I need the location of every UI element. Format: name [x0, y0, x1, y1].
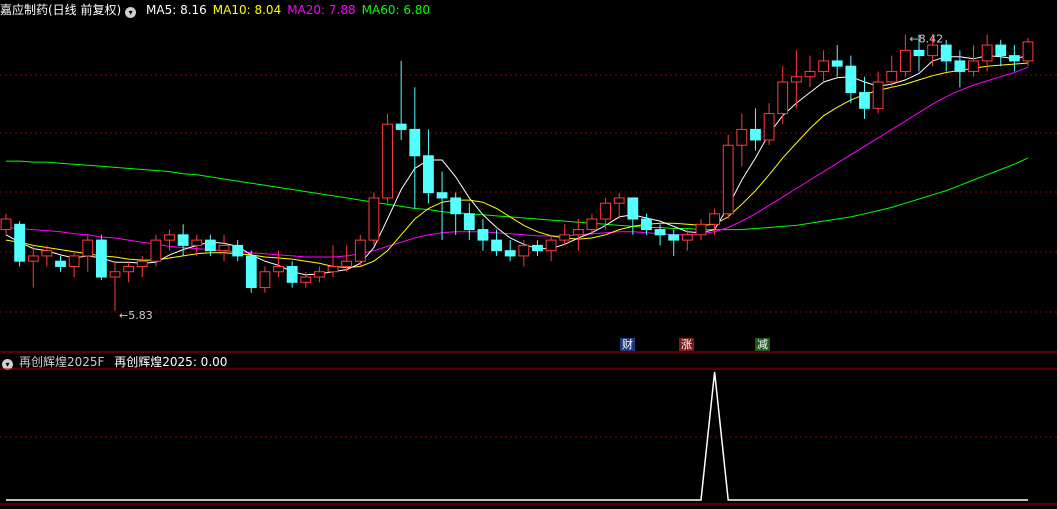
candle-body-down — [395, 123, 407, 130]
candle-body-up — [341, 260, 353, 267]
candle-body-up — [736, 128, 748, 146]
candle-body-down — [845, 65, 857, 94]
candle-body-down — [55, 260, 66, 267]
candle-body-up — [518, 244, 530, 257]
candle-body-up — [545, 239, 557, 252]
candle-body-up — [1022, 41, 1034, 62]
candle-body-down — [436, 192, 448, 199]
event-tag[interactable]: 涨 — [679, 338, 694, 351]
candle-body-up — [354, 239, 366, 262]
candle-body-up — [123, 265, 135, 273]
candle-body-up — [709, 213, 720, 225]
candle-body-down — [654, 229, 666, 236]
candle-body-down — [750, 128, 761, 141]
candle-body-up — [327, 265, 339, 273]
low-price-label: ←5.83 — [119, 309, 153, 322]
candle-body-up — [899, 49, 911, 72]
candle-body-up — [927, 44, 939, 57]
candle-body-up — [191, 239, 203, 246]
candle-body-up — [0, 218, 12, 231]
indicator-line — [6, 371, 1028, 501]
candle-body-up — [136, 260, 148, 267]
candle-body-up — [981, 44, 993, 62]
candle-body-up — [314, 271, 325, 278]
candle-body-up — [586, 218, 598, 231]
candle-body-up — [872, 81, 884, 109]
high-price-label: ←8.42 — [909, 33, 943, 46]
candle-body-down — [450, 197, 462, 215]
candle-body-down — [641, 218, 652, 231]
candle-body-up — [559, 234, 571, 241]
candle-body-down — [204, 239, 216, 252]
candle-body-down — [14, 223, 26, 262]
candle-body-up — [722, 144, 734, 215]
candle-body-down — [504, 250, 516, 257]
candle-body-down — [995, 44, 1007, 57]
ma60-line — [6, 157, 1029, 231]
candle-body-down — [245, 255, 257, 289]
candle-body-up — [777, 81, 789, 115]
candle-body-up — [300, 276, 312, 283]
candle-body-down — [423, 155, 434, 194]
candle-body-up — [886, 70, 898, 83]
candle-body-up — [218, 244, 230, 252]
candle-body-up — [804, 70, 816, 78]
candle-body-up — [68, 255, 80, 267]
candle-body-down — [668, 234, 680, 241]
candle-body-up — [790, 76, 802, 83]
candle-body-up — [600, 202, 611, 220]
candle-body-down — [95, 239, 107, 278]
candle-body-down — [286, 265, 298, 283]
candle-body-up — [82, 239, 94, 257]
candle-body-up — [968, 60, 979, 72]
candle-body-up — [150, 239, 162, 262]
candle-body-down — [831, 60, 843, 67]
event-tag[interactable]: 减 — [755, 338, 770, 351]
candle-body-up — [763, 113, 775, 141]
candle-body-up — [613, 197, 625, 204]
candle-body-up — [818, 60, 830, 72]
candle-body-up — [27, 255, 39, 262]
candle-body-down — [177, 234, 189, 246]
candle-body-down — [859, 92, 870, 109]
candle-body-up — [164, 234, 175, 241]
candle-body-up — [572, 229, 584, 236]
candle-body-up — [368, 197, 380, 241]
candle-body-down — [491, 239, 502, 252]
candle-body-down — [1008, 55, 1020, 62]
candle-body-up — [109, 271, 121, 278]
candle-body-down — [940, 44, 952, 62]
candle-body-down — [463, 213, 475, 231]
candle-body-up — [273, 265, 284, 273]
candle-body-down — [232, 244, 244, 257]
candle-body-up — [681, 234, 693, 241]
candle-body-up — [695, 223, 707, 236]
candle-body-down — [409, 128, 421, 157]
candle-body-up — [382, 123, 393, 199]
candle-body-down — [477, 229, 489, 241]
candle-body-down — [532, 244, 543, 252]
candle-body-up — [259, 271, 271, 289]
candle-body-up — [41, 250, 53, 257]
candle-body-down — [627, 197, 639, 220]
candle-body-down — [913, 49, 925, 57]
candlestick-chart[interactable]: ←8.42 ←5.83 — [0, 0, 1057, 509]
event-tag[interactable]: 财 — [620, 338, 635, 351]
candle-body-down — [954, 60, 966, 72]
